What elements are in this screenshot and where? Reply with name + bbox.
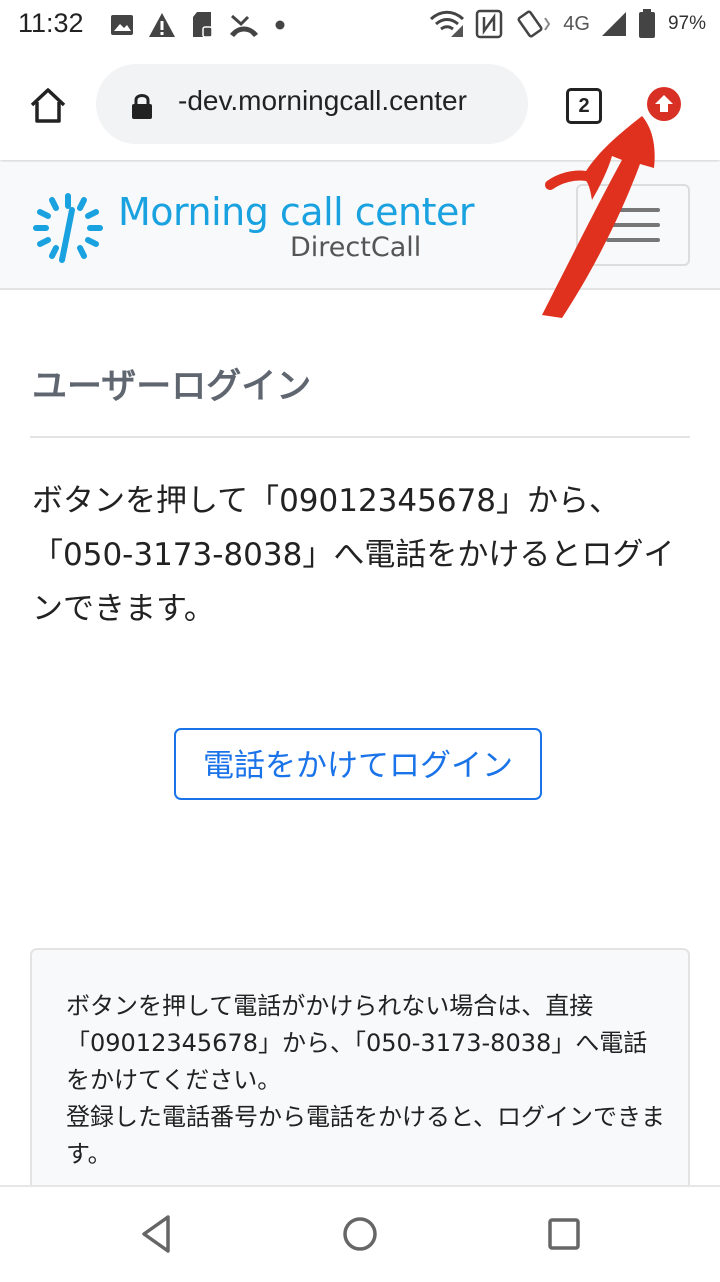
title-divider — [30, 436, 690, 438]
info-text: ボタンを押して電話がかけられない場合は、直接「09012345678」から、「0… — [66, 988, 666, 1173]
logo-sunburst-icon — [33, 193, 103, 263]
info-box: ボタンを押して電話がかけられない場合は、直接「09012345678」から、「0… — [30, 948, 690, 1208]
nfc-icon — [476, 9, 503, 39]
logo-title: Morning call center — [118, 190, 475, 234]
notification-icons — [110, 10, 286, 40]
recents-icon[interactable] — [539, 1209, 589, 1259]
hamburger-menu-button[interactable] — [576, 184, 690, 266]
logo-subtitle: DirectCall — [290, 232, 422, 263]
missed-call-icon — [230, 14, 258, 37]
info-line: 登録した電話番号から電話をかけると、ログインできます。 — [66, 1103, 666, 1168]
vibrate-icon — [517, 10, 551, 38]
home-circle-icon[interactable] — [335, 1209, 385, 1259]
dot-icon — [275, 20, 285, 30]
navigation-bar — [0, 1185, 720, 1282]
home-icon[interactable] — [26, 84, 70, 128]
update-icon[interactable] — [647, 87, 681, 121]
wifi-icon — [430, 10, 465, 37]
lock-icon — [132, 94, 152, 119]
status-time: 11:32 — [18, 8, 84, 38]
login-description: ボタンを押して「09012345678」から、「050-3173-8038」へ電… — [32, 483, 675, 627]
page-title: ユーザーログイン — [32, 367, 312, 407]
battery-level: 97% — [667, 13, 706, 34]
address-bar[interactable]: -dev.morningcall.center — [96, 64, 528, 144]
network-type: 4G — [563, 12, 590, 35]
status-bar: 11:32 4G 97% — [0, 0, 720, 52]
menu-bar-icon — [606, 223, 660, 227]
warning-icon — [149, 13, 175, 37]
url-text: -dev.morningcall.center — [178, 85, 467, 116]
signal-icon — [601, 12, 626, 36]
menu-bar-icon — [606, 238, 660, 242]
info-line: ボタンを押して電話がかけられない場合は、直接「09012345678」から、「0… — [66, 992, 648, 1094]
sd-card-icon — [193, 12, 213, 38]
system-icons: 4G 97% — [429, 8, 706, 40]
site-header: Morning call center DirectCall — [0, 162, 720, 290]
battery-icon — [638, 9, 655, 38]
menu-bar-icon — [606, 208, 660, 212]
tab-switcher-button[interactable]: 2 — [566, 88, 602, 124]
image-icon — [111, 15, 133, 35]
back-icon[interactable] — [132, 1209, 182, 1259]
call-to-login-button[interactable]: 電話をかけてログイン — [174, 728, 542, 800]
browser-toolbar: -dev.morningcall.center 2 — [0, 52, 720, 160]
